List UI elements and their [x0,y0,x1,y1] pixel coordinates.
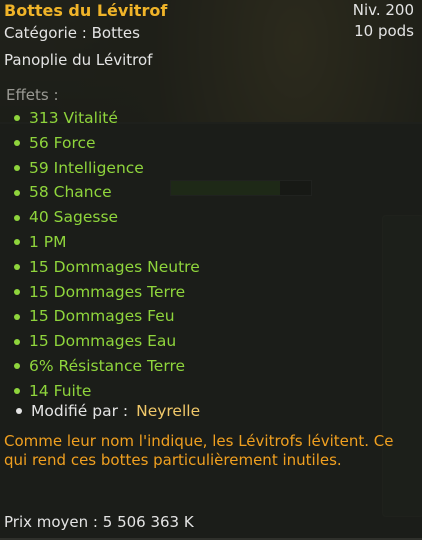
modified-by: Modifié par : Neyrelle [14,402,200,420]
item-set: Panoplie du Lévitrof [4,51,153,69]
effect-item: 58 Chance [12,180,200,205]
item-weight: 10 pods [354,22,414,40]
effect-text: 313 Vitalité [29,109,118,127]
effect-item: 14 Fuite [12,379,200,404]
effect-text: 14 Fuite [29,381,92,400]
average-price: Prix moyen : 5 506 363 K [4,513,194,531]
item-level: Niv. 200 [352,1,414,19]
item-description: Comme leur nom l'indique, les Lévitrofs … [4,432,394,469]
effect-item: 56 Force [12,131,200,156]
effect-item: 15 Dommages Neutre [12,255,200,280]
bullet-icon [16,408,22,414]
effect-item: 40 Sagesse [12,205,200,230]
bullet-icon [14,115,20,122]
bullet-icon [14,363,20,370]
effect-item: 15 Dommages Eau [12,329,200,354]
effect-item: 1 PM [12,230,200,255]
effect-item: 6% Résistance Terre [12,354,200,379]
effect-text: 15 Dommages Neutre [29,257,200,276]
bullet-icon [14,288,20,295]
bullet-icon [14,189,20,196]
effect-text: 40 Sagesse [29,208,119,227]
bullet-icon [14,313,20,320]
item-category: Catégorie : Bottes [4,24,140,42]
effect-text: 15 Dommages Feu [29,307,175,326]
effect-item: 15 Dommages Feu [12,304,200,329]
effects-title: Effets : [6,86,59,104]
effect-text: 15 Dommages Eau [29,332,177,351]
modified-label: Modifié par : [31,402,129,420]
bullet-icon [14,214,20,221]
item-tooltip: Bottes du Lévitrof Niv. 200 10 pods Caté… [0,0,422,538]
effects-list: 313 Vitalité 56 Force 59 Intelligence 58… [12,106,200,404]
bullet-icon [14,140,20,147]
effect-text: 56 Force [29,133,96,152]
effect-text: 1 PM [29,232,67,251]
effect-item: 59 Intelligence [12,156,200,181]
bullet-icon [14,338,20,345]
bullet-icon [14,388,20,395]
bullet-icon [14,164,20,171]
effect-text: 6% Résistance Terre [29,356,186,375]
modified-author: Neyrelle [136,402,201,420]
effect-item: 313 Vitalité [12,106,200,131]
bullet-icon [14,239,20,246]
effect-text: 59 Intelligence [29,158,144,177]
effect-item: 15 Dommages Terre [12,280,200,305]
effect-text: 15 Dommages Terre [29,282,186,301]
item-name: Bottes du Lévitrof [4,1,168,20]
effect-text: 58 Chance [29,183,112,202]
bullet-icon [14,264,20,271]
